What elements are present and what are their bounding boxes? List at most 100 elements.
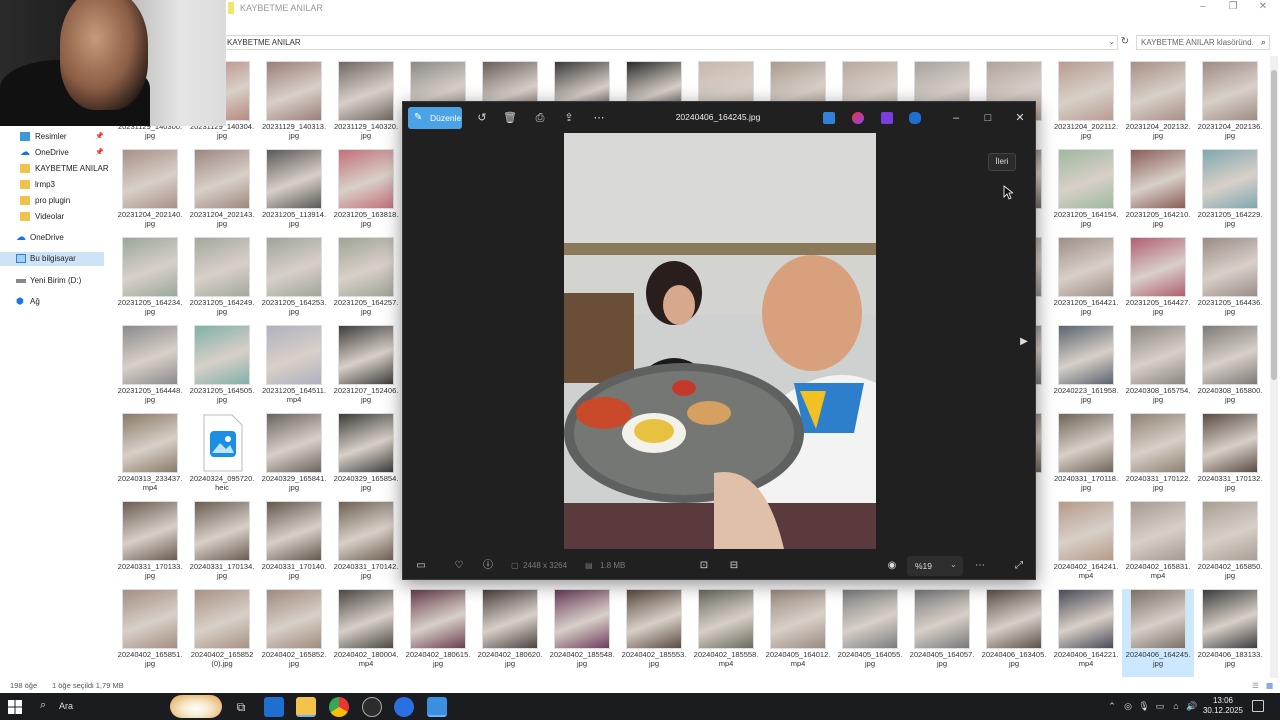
file-thumbnail[interactable]: 20240324_095720. heic xyxy=(186,413,258,501)
search-icon[interactable]: ⌕ xyxy=(1261,37,1266,48)
photos-app-icon[interactable] xyxy=(427,697,447,717)
file-thumbnail[interactable]: 20231205_164511. mp4 xyxy=(258,325,330,413)
chrome-app-icon[interactable] xyxy=(329,697,349,717)
chevron-down-icon[interactable]: ⌄ xyxy=(1108,37,1115,46)
file-thumbnail[interactable]: 20231205_164436. jpg xyxy=(1194,237,1266,325)
sidebar-item-onedrive-root[interactable]: ☁ OneDrive xyxy=(0,231,104,245)
next-arrow-icon[interactable]: ▶ xyxy=(1016,334,1032,350)
search-highlight-image[interactable] xyxy=(170,695,222,718)
onedrive-sync-icon[interactable] xyxy=(909,112,921,124)
thumbnail-view-icon[interactable]: ▦ xyxy=(1266,681,1273,690)
viewer-close-button[interactable]: ✕ xyxy=(1010,110,1030,126)
file-thumbnail[interactable]: 20240331_170133. jpg xyxy=(114,501,186,589)
file-thumbnail[interactable]: 20231205_164249. jpg xyxy=(186,237,258,325)
volume-icon[interactable]: 🔊 xyxy=(1186,700,1198,712)
file-thumbnail[interactable]: 20231204_202143. jpg xyxy=(186,149,258,237)
sidebar-item-kaybetme-anilar[interactable]: KAYBETME ANILAR xyxy=(0,162,109,176)
rotate-icon[interactable]: ↺ xyxy=(473,110,491,126)
minimize-button[interactable]: – xyxy=(1192,0,1214,14)
zoom-dropdown[interactable]: %19 ⌄ xyxy=(907,556,963,576)
details-view-icon[interactable]: ☰ xyxy=(1252,681,1259,690)
file-thumbnail[interactable]: 20231204_202112. jpg xyxy=(1050,61,1122,149)
vertical-scrollbar[interactable] xyxy=(1270,56,1278,678)
file-thumbnail[interactable]: 20231129_140320. jpg xyxy=(330,61,402,149)
file-thumbnail[interactable]: 20240402_185553. jpg xyxy=(618,589,690,677)
file-thumbnail[interactable]: 20231205_164253. jpg xyxy=(258,237,330,325)
file-thumbnail[interactable]: 20240331_170132. jpg xyxy=(1194,413,1266,501)
file-thumbnail[interactable]: 20231205_164421. jpg xyxy=(1050,237,1122,325)
sidebar-item-lrmp3[interactable]: lrmp3 xyxy=(0,178,104,192)
screenshot-icon[interactable]: ◉ xyxy=(883,558,901,574)
file-thumbnail[interactable]: 20231204_202140. jpg xyxy=(114,149,186,237)
file-thumbnail[interactable]: 20231205_164448. jpg xyxy=(114,325,186,413)
file-thumbnail[interactable]: 20231205_164234. jpg xyxy=(114,237,186,325)
file-thumbnail[interactable]: 20240329_165854. jpg xyxy=(330,413,402,501)
more-options-icon[interactable]: ⋯ xyxy=(590,110,608,126)
obs-app-icon[interactable] xyxy=(362,697,382,717)
file-thumbnail[interactable]: 20240405_164055. jpg xyxy=(834,589,906,677)
file-thumbnail[interactable]: 20240402_185558. mp4 xyxy=(690,589,762,677)
microphone-icon[interactable]: 🎙 xyxy=(1138,700,1150,712)
delete-icon[interactable]: 🗑 xyxy=(501,110,519,126)
file-thumbnail[interactable]: 20240402_165831. mp4 xyxy=(1122,501,1194,589)
sidebar-item-this-pc[interactable]: Bu bilgisayar xyxy=(0,252,104,266)
file-thumbnail[interactable]: 20240406_163405. jpg xyxy=(978,589,1050,677)
address-bar[interactable]: KAYBETME ANILAR ⌄ xyxy=(222,35,1118,50)
viewer-maximize-button[interactable]: □ xyxy=(978,110,998,126)
sidebar-item-drive-d[interactable]: Yeni Birim (D:) xyxy=(0,274,104,288)
sidebar-item-pro-plugin[interactable]: pro plugin xyxy=(0,194,104,208)
favorite-heart-icon[interactable]: ♡ xyxy=(450,558,468,574)
task-view-icon[interactable]: ⧉ xyxy=(231,697,251,717)
file-thumbnail[interactable]: 20231205_164505. jpg xyxy=(186,325,258,413)
file-thumbnail[interactable]: 20240308_165754. jpg xyxy=(1122,325,1194,413)
file-thumbnail[interactable]: 20240402_180615. jpg xyxy=(402,589,474,677)
file-thumbnail[interactable]: 20240402_180620. jpg xyxy=(474,589,546,677)
refresh-icon[interactable]: ↻ xyxy=(1119,36,1131,48)
file-thumbnail[interactable]: 20240402_165852 (0).jpg xyxy=(186,589,258,677)
file-thumbnail[interactable]: 20231205_164427. jpg xyxy=(1122,237,1194,325)
file-thumbnail[interactable]: 20240406_183133. jpg xyxy=(1194,589,1266,677)
file-thumbnail[interactable]: 20240402_164241. mp4 xyxy=(1050,501,1122,589)
file-thumbnail[interactable]: 20240223_161958. jpg xyxy=(1050,325,1122,413)
file-thumbnail[interactable]: 20240331_170118. jpg xyxy=(1050,413,1122,501)
filmstrip-icon[interactable]: ▭ xyxy=(412,558,430,574)
file-thumbnail[interactable]: 20231205_164257. jpg xyxy=(330,237,402,325)
close-button[interactable]: ✕ xyxy=(1252,0,1274,14)
file-thumbnail[interactable]: 20231204_202136. jpg xyxy=(1194,61,1266,149)
blue-app-icon[interactable] xyxy=(394,697,414,717)
file-thumbnail[interactable]: 20240402_180004. mp4 xyxy=(330,589,402,677)
battery-icon[interactable]: ▭ xyxy=(1154,700,1166,712)
file-thumbnail[interactable]: 20240406_164245. jpg xyxy=(1122,589,1194,677)
text-scan-icon[interactable]: ⊟ xyxy=(725,558,743,574)
share-icon[interactable]: ⇪ xyxy=(560,110,578,126)
file-thumbnail[interactable]: 20231204_202132. jpg xyxy=(1122,61,1194,149)
edit-button[interactable]: ✎ Düzenle xyxy=(408,107,462,129)
file-thumbnail[interactable]: 20231129_140313. jpg xyxy=(258,61,330,149)
file-thumbnail[interactable]: 20231205_113914. jpg xyxy=(258,149,330,237)
restore-button[interactable]: ❐ xyxy=(1222,0,1244,14)
file-thumbnail[interactable]: 20231205_164229. jpg xyxy=(1194,149,1266,237)
system-clock[interactable]: 13:06 30.12.2025 xyxy=(1198,696,1248,716)
sidebar-item-resimler[interactable]: Resimler 📌 xyxy=(0,130,104,144)
viewer-minimize-button[interactable]: – xyxy=(946,110,966,126)
sidebar-item-onedrive[interactable]: ☁ OneDrive 📌 xyxy=(0,146,104,160)
file-thumbnail[interactable]: 20240331_170134. jpg xyxy=(186,501,258,589)
file-thumbnail[interactable]: 20240331_170122. jpg xyxy=(1122,413,1194,501)
clipchamp-app-icon[interactable] xyxy=(881,112,893,124)
file-thumbnail[interactable]: 20240331_170142. jpg xyxy=(330,501,402,589)
visual-search-icon[interactable]: ⊡ xyxy=(695,558,713,574)
file-thumbnail[interactable]: 20231205_164210. jpg xyxy=(1122,149,1194,237)
print-icon[interactable]: ⎙ xyxy=(531,110,549,126)
file-thumbnail[interactable]: 20240308_165800. jpg xyxy=(1194,325,1266,413)
file-thumbnail[interactable]: 20240329_165841. jpg xyxy=(258,413,330,501)
info-icon[interactable]: ⓘ xyxy=(479,558,497,574)
notification-icon[interactable] xyxy=(1252,700,1264,712)
fullscreen-icon[interactable]: ⤢ xyxy=(1010,558,1028,574)
search-input[interactable]: KAYBETME ANILAR klasöründ... ⌕ xyxy=(1136,35,1270,50)
file-thumbnail[interactable]: 20231205_164154. jpg xyxy=(1050,149,1122,237)
file-explorer-app-icon[interactable] xyxy=(296,697,316,717)
file-thumbnail[interactable]: 20240402_165850. jpg xyxy=(1194,501,1266,589)
file-thumbnail[interactable]: 20240406_164221. mp4 xyxy=(1050,589,1122,677)
file-thumbnail[interactable]: 20240331_170140. jpg xyxy=(258,501,330,589)
windows-start-icon[interactable] xyxy=(8,700,22,714)
